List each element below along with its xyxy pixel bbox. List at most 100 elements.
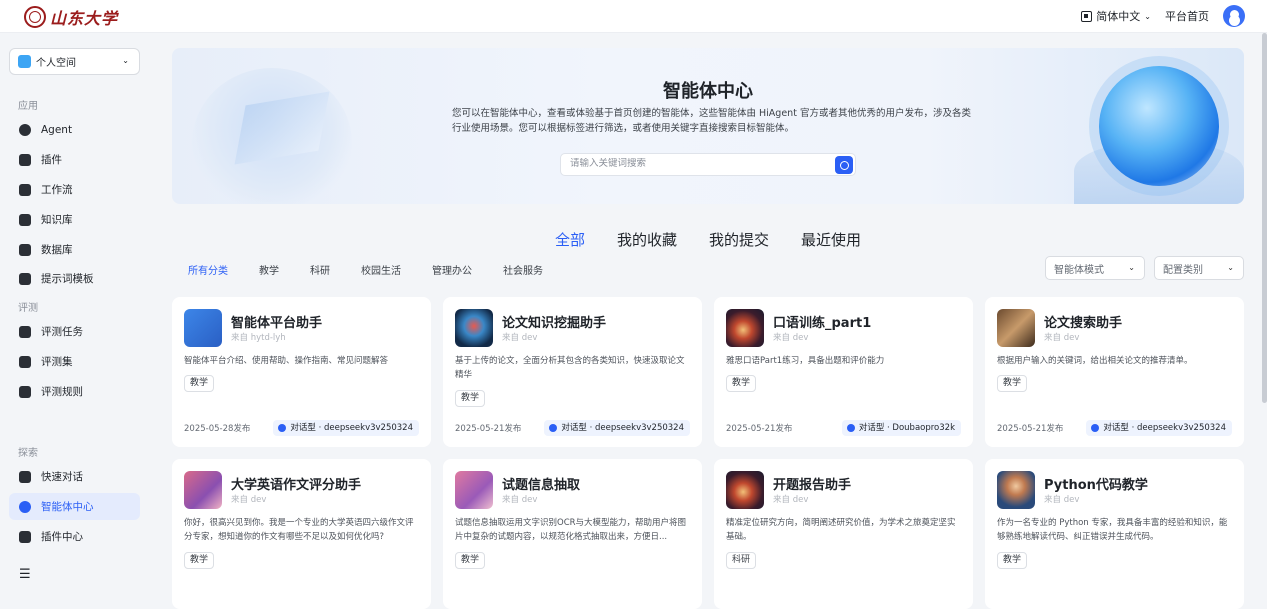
page-title: 智能体中心	[663, 81, 753, 102]
task-icon	[19, 325, 31, 338]
agent-card[interactable]: 智能体平台助手 来自 hytd-lyh 智能体平台介绍、使用帮助、操作指南、常见…	[172, 297, 431, 447]
agent-mode-label: 智能体模式	[1054, 264, 1104, 276]
platform-home-link[interactable]: 平台首页	[1165, 8, 1209, 24]
tab-favorites[interactable]: 我的收藏	[617, 229, 677, 250]
category-campus-life[interactable]: 校园生活	[361, 262, 401, 277]
agent-mode-select[interactable]: 智能体模式 ⌄	[1045, 256, 1145, 280]
search-button[interactable]	[835, 156, 853, 174]
sidebar-item-label: 插件中心	[41, 531, 83, 543]
collapse-sidebar-icon[interactable]: ☰	[19, 567, 31, 582]
agent-title: 试题信息抽取	[502, 478, 581, 493]
category-research[interactable]: 科研	[310, 262, 330, 277]
agent-thumbnail	[184, 309, 222, 347]
agent-card[interactable]: 口语训练_part1 来自 dev 雅思口语Part1练习，具备出题和评价能力 …	[714, 297, 973, 447]
top-bar: 山东大学 简体中文 ⌄ 平台首页	[0, 0, 1267, 33]
tab-bar: 全部 我的收藏 我的提交 最近使用	[149, 229, 1267, 250]
sidebar-item-knowledge[interactable]: 知识库	[9, 206, 140, 233]
sidebar: 个人空间 ⌄ 应用 Agent 插件 工作流 知识库 数据库 提示词模板 评测 …	[0, 33, 149, 588]
main-content: 智能体中心 您可以在智能体中心，查看或体验基于首页创建的智能体，这些智能体由 H…	[149, 33, 1267, 609]
tab-my-submissions[interactable]: 我的提交	[709, 229, 769, 250]
sidebar-item-label: Agent	[41, 123, 73, 136]
agent-tag: 教学	[184, 375, 215, 392]
agent-card[interactable]: Python代码教学 来自 dev 作为一名专业的 Python 专家，我具备丰…	[985, 459, 1244, 609]
sidebar-item-agent-center[interactable]: 智能体中心	[9, 493, 140, 520]
agent-thumbnail	[455, 471, 493, 509]
agent-model: 对话型 · deepseekv3v250324	[1103, 423, 1226, 433]
chevron-down-icon: ⌄	[1227, 263, 1234, 272]
sidebar-item-label: 快速对话	[41, 471, 83, 483]
sidebar-item-workflow[interactable]: 工作流	[9, 176, 140, 203]
config-type-label: 配置类别	[1163, 264, 1203, 276]
agent-model: 对话型 · Doubaopro32k	[858, 423, 955, 433]
sidebar-item-quick-chat[interactable]: 快速对话	[9, 463, 140, 490]
agent-description: 你好，很高兴见到你。我是一个专业的大学英语四六级作文评分专家，想知道你的作文有哪…	[184, 518, 414, 542]
agent-source: 来自 dev	[1044, 333, 1080, 343]
agent-thumbnail	[726, 309, 764, 347]
sidebar-item-label: 评测规则	[41, 386, 83, 398]
section-app-label: 应用	[18, 101, 38, 112]
section-eval-label: 评测	[18, 303, 38, 314]
agent-title: 论文搜索助手	[1044, 316, 1123, 331]
agent-description: 作为一名专业的 Python 专家，我具备丰富的经验和知识，能够熟练地解读代码、…	[997, 518, 1228, 542]
magic-wand-icon	[19, 272, 31, 285]
agent-card[interactable]: 大学英语作文评分助手 来自 dev 你好，很高兴见到你。我是一个专业的大学英语四…	[172, 459, 431, 609]
university-logo[interactable]: 山东大学	[24, 5, 118, 29]
config-type-select[interactable]: 配置类别 ⌄	[1154, 256, 1244, 280]
database-icon	[19, 243, 31, 256]
sidebar-item-eval-task[interactable]: 评测任务	[9, 318, 140, 345]
agent-thumbnail	[997, 309, 1035, 347]
page-scrollbar[interactable]	[1262, 33, 1267, 403]
sidebar-item-database[interactable]: 数据库	[9, 236, 140, 263]
agent-thumbnail	[184, 471, 222, 509]
agent-title: Python代码教学	[1044, 478, 1148, 493]
agent-source: 来自 dev	[231, 495, 267, 505]
sidebar-item-plugin-center[interactable]: 插件中心	[9, 523, 140, 550]
search-input[interactable]	[570, 158, 820, 169]
logo-text: 山东大学	[50, 9, 119, 28]
sidebar-item-label: 知识库	[41, 214, 73, 226]
category-all[interactable]: 所有分类	[188, 262, 228, 277]
category-filter: 所有分类 教学 科研 校园生活 管理办公 社会服务	[188, 262, 574, 277]
workspace-selector[interactable]: 个人空间 ⌄	[9, 48, 140, 75]
agent-center-icon	[19, 500, 31, 513]
agent-tag: 教学	[455, 390, 486, 407]
agent-model-badge: 对话型 · deepseekv3v250324	[1086, 420, 1232, 436]
agent-thumbnail	[997, 471, 1035, 509]
agent-card[interactable]: 开题报告助手 来自 dev 精准定位研究方向，简明阐述研究价值，为学术之旅奠定坚…	[714, 459, 973, 609]
workspace-label: 个人空间	[36, 58, 76, 69]
agent-model: 对话型 · deepseekv3v250324	[561, 423, 684, 433]
agent-thumbnail	[455, 309, 493, 347]
agent-source: 来自 dev	[773, 495, 809, 505]
sidebar-item-prompt-template[interactable]: 提示词模板	[9, 265, 140, 292]
agent-card[interactable]: 试题信息抽取 来自 dev 试题信息抽取运用文字识别OCR与大模型能力，帮助用户…	[443, 459, 702, 609]
university-seal-icon	[24, 6, 46, 28]
sidebar-item-agent[interactable]: Agent	[9, 116, 140, 143]
robot-icon	[19, 123, 31, 136]
agent-description: 根据用户输入的关键词，给出相关论文的推荐清单。	[997, 356, 1193, 366]
agent-model: 对话型 · deepseekv3v250324	[290, 423, 413, 433]
book-icon	[19, 355, 31, 368]
puzzle-icon	[19, 153, 31, 166]
category-teaching[interactable]: 教学	[259, 262, 279, 277]
agent-description: 精准定位研究方向，简明阐述研究价值，为学术之旅奠定坚实基础。	[726, 518, 956, 542]
sidebar-item-eval-rules[interactable]: 评测规则	[9, 378, 140, 405]
sidebar-item-eval-set[interactable]: 评测集	[9, 348, 140, 375]
sidebar-item-label: 提示词模板	[41, 273, 94, 285]
agent-date: 2025-05-21发布	[726, 424, 793, 434]
category-admin-office[interactable]: 管理办公	[432, 262, 472, 277]
category-social-service[interactable]: 社会服务	[503, 262, 543, 277]
user-avatar[interactable]	[1223, 5, 1245, 27]
chat-icon	[1091, 424, 1100, 432]
language-selector[interactable]: 简体中文 ⌄	[1081, 8, 1151, 24]
tab-recent[interactable]: 最近使用	[801, 229, 861, 250]
agent-tag: 教学	[997, 552, 1028, 569]
sidebar-item-plugin[interactable]: 插件	[9, 146, 140, 173]
agent-source: 来自 dev	[502, 333, 538, 343]
agent-card[interactable]: 论文搜索助手 来自 dev 根据用户输入的关键词，给出相关论文的推荐清单。 教学…	[985, 297, 1244, 447]
agent-card[interactable]: 论文知识挖掘助手 来自 dev 基于上传的论文，全面分析其包含的各类知识，快速汲…	[443, 297, 702, 447]
tab-all[interactable]: 全部	[555, 229, 585, 250]
agent-model-badge: 对话型 · deepseekv3v250324	[544, 420, 690, 436]
sidebar-item-label: 插件	[41, 154, 62, 166]
agent-tag: 科研	[726, 552, 757, 569]
agent-title: 口语训练_part1	[773, 316, 872, 331]
